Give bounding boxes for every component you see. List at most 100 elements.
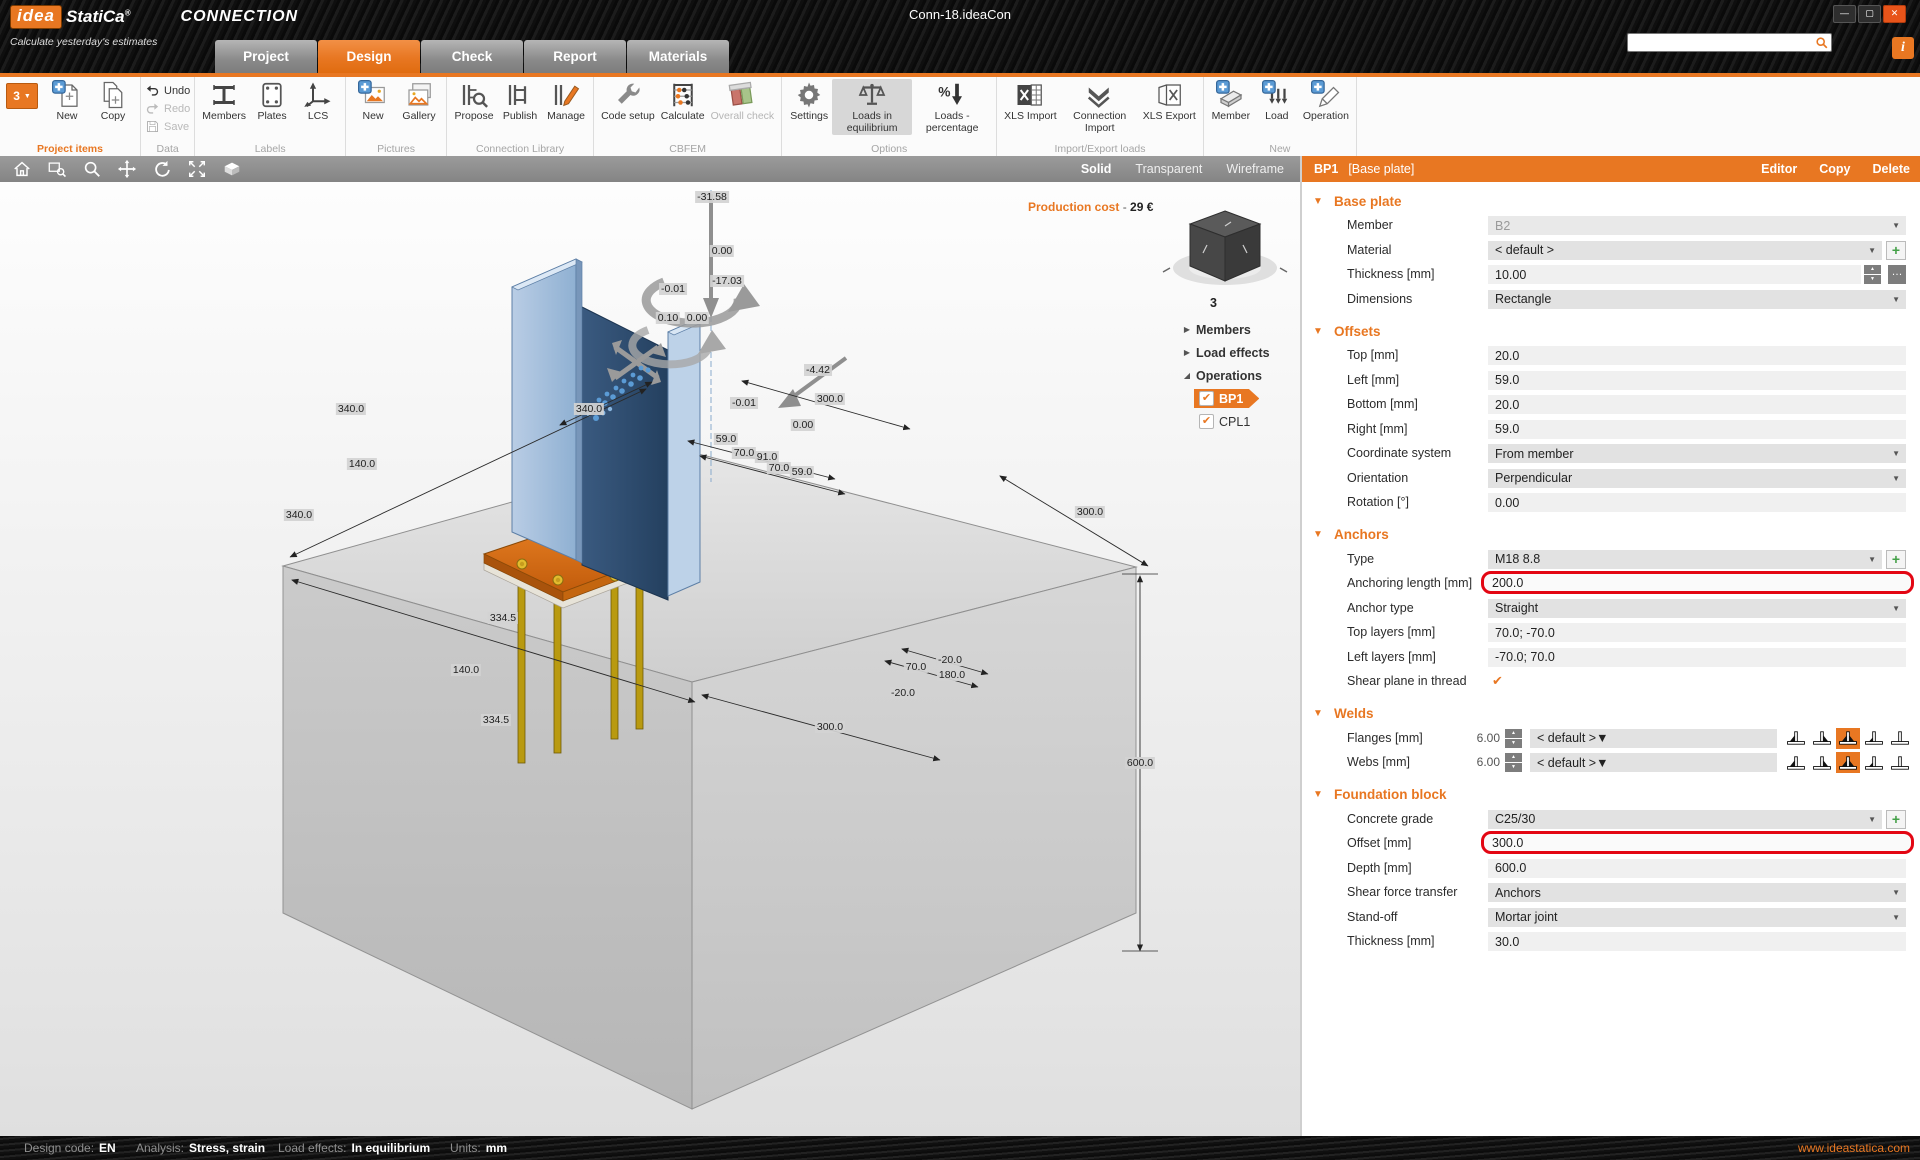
ribbon-button-plates[interactable]: Plates bbox=[249, 79, 295, 124]
tab-design[interactable]: Design bbox=[318, 40, 420, 73]
expanded-arrow-icon[interactable]: ◢ bbox=[1178, 371, 1196, 380]
tab-report[interactable]: Report bbox=[524, 40, 626, 73]
tab-materials[interactable]: Materials bbox=[627, 40, 729, 73]
solid-box-icon[interactable] bbox=[219, 159, 245, 179]
section-header[interactable]: ▼Welds bbox=[1302, 701, 1920, 727]
ribbon-button-operation[interactable]: Operation bbox=[1300, 79, 1352, 124]
redo-button[interactable]: Redo bbox=[145, 101, 190, 116]
dropdown-orientation[interactable]: Perpendicular▼ bbox=[1488, 469, 1906, 488]
section-header[interactable]: ▼Offsets bbox=[1302, 318, 1920, 344]
spinner[interactable]: ▲▼ bbox=[1505, 753, 1522, 772]
collapsed-arrow-icon[interactable]: ▶ bbox=[1178, 348, 1196, 357]
input-top-mm[interactable]: 20.0 bbox=[1488, 346, 1906, 365]
weld-butt-icon[interactable] bbox=[1888, 728, 1912, 749]
ribbon-button-lcs[interactable]: LCS bbox=[295, 79, 341, 124]
weld-material-dropdown[interactable]: < default >▼ bbox=[1530, 729, 1777, 748]
zoom-icon[interactable] bbox=[79, 159, 105, 179]
concrete-block[interactable] bbox=[283, 452, 1136, 1109]
ribbon-button-settings[interactable]: Settings bbox=[786, 79, 832, 124]
weld-fillet-both-icon[interactable] bbox=[1836, 752, 1860, 773]
ribbon-button-new[interactable]: New bbox=[350, 79, 396, 124]
tab-check[interactable]: Check bbox=[421, 40, 523, 73]
dropdown-member[interactable]: B2▼ bbox=[1488, 216, 1906, 235]
input-rotation[interactable]: 0.00 bbox=[1488, 493, 1906, 512]
weld-fillet-right-icon[interactable] bbox=[1810, 752, 1834, 773]
collapsed-arrow-icon[interactable]: ▶ bbox=[1178, 325, 1196, 334]
ribbon-button-propose[interactable]: Propose bbox=[451, 79, 497, 124]
ribbon-button-publish[interactable]: Publish bbox=[497, 79, 543, 124]
search-input[interactable] bbox=[1628, 37, 1815, 49]
ribbon-button-member[interactable]: Member bbox=[1208, 79, 1254, 124]
editor-button[interactable]: Editor bbox=[1761, 162, 1797, 176]
scene-3d[interactable] bbox=[0, 182, 1300, 1136]
dropdown-anchor-type[interactable]: Straight▼ bbox=[1488, 599, 1906, 618]
info-button[interactable]: i bbox=[1892, 37, 1914, 59]
maximize-button[interactable]: ▢ bbox=[1858, 5, 1881, 23]
delete-button[interactable]: Delete bbox=[1872, 162, 1910, 176]
ribbon-button-loads-percentage[interactable]: %Loads - percentage bbox=[912, 79, 992, 135]
weld-size-input[interactable]: 6.00 bbox=[1452, 729, 1500, 748]
dropdown-type[interactable]: M18 8.8▼ bbox=[1488, 550, 1882, 569]
copy-button[interactable]: Copy bbox=[1819, 162, 1850, 176]
minimize-button[interactable]: — bbox=[1833, 5, 1856, 23]
input-top-layers-mm[interactable]: 70.0; -70.0 bbox=[1488, 623, 1906, 642]
section-header[interactable]: ▼Base plate bbox=[1302, 188, 1920, 214]
input-depth-mm[interactable]: 600.0 bbox=[1488, 859, 1906, 878]
add-button[interactable]: + bbox=[1886, 550, 1906, 569]
navigation-cube[interactable] bbox=[1160, 196, 1290, 301]
checkbox-checked-icon[interactable]: ✔ bbox=[1492, 673, 1503, 689]
input-right-mm[interactable]: 59.0 bbox=[1488, 420, 1906, 439]
view-mode-wireframe[interactable]: Wireframe bbox=[1226, 162, 1284, 176]
section-collapse-icon[interactable]: ▼ bbox=[1302, 326, 1334, 337]
weld-fillet-left-icon[interactable] bbox=[1784, 728, 1808, 749]
rotate-icon[interactable] bbox=[149, 159, 175, 179]
dropdown-concrete-grade[interactable]: C25/30▼ bbox=[1488, 810, 1882, 829]
dropdown-coordinate-system[interactable]: From member▼ bbox=[1488, 444, 1906, 463]
input-thickness-mm[interactable]: 10.00 bbox=[1488, 265, 1861, 284]
tab-project[interactable]: Project bbox=[215, 40, 317, 73]
highlighted-input[interactable]: 300.0 bbox=[1481, 831, 1914, 854]
input-bottom-mm[interactable]: 20.0 bbox=[1488, 395, 1906, 414]
weld-fillet-right-icon[interactable] bbox=[1810, 728, 1834, 749]
ribbon-button-code-setup[interactable]: Code setup bbox=[598, 79, 658, 124]
dropdown-dimensions[interactable]: Rectangle▼ bbox=[1488, 290, 1906, 309]
ribbon-button-xls-import[interactable]: XLS Import bbox=[1001, 79, 1060, 124]
more-button[interactable]: … bbox=[1888, 265, 1906, 284]
ribbon-button-connection-import[interactable]: Connection Import bbox=[1060, 79, 1140, 135]
weld-material-dropdown[interactable]: < default >▼ bbox=[1530, 753, 1777, 772]
highlighted-input[interactable]: 200.0 bbox=[1481, 571, 1914, 594]
ribbon-button-xls-export[interactable]: XLS Export bbox=[1140, 79, 1199, 124]
add-button[interactable]: + bbox=[1886, 241, 1906, 260]
pan-icon[interactable] bbox=[114, 159, 140, 179]
zoom-window-icon[interactable] bbox=[44, 159, 70, 179]
project-item-selector[interactable]: 3▼ bbox=[6, 83, 38, 109]
ribbon-button-new[interactable]: New bbox=[44, 79, 90, 124]
weld-size-input[interactable]: 6.00 bbox=[1452, 753, 1500, 772]
fit-icon[interactable] bbox=[184, 159, 210, 179]
search-box[interactable] bbox=[1627, 33, 1832, 52]
spinner[interactable]: ▲▼ bbox=[1864, 265, 1881, 284]
section-collapse-icon[interactable]: ▼ bbox=[1302, 708, 1334, 719]
tree-item-operations[interactable]: ◢Operations bbox=[1178, 364, 1298, 387]
undo-button[interactable]: Undo bbox=[145, 83, 190, 98]
checkbox[interactable]: ✔ bbox=[1199, 391, 1214, 406]
ribbon-button-manage[interactable]: Manage bbox=[543, 79, 589, 124]
ribbon-button-calculate[interactable]: Calculate bbox=[658, 79, 708, 124]
ribbon-button-gallery[interactable]: Gallery bbox=[396, 79, 442, 124]
home-icon[interactable] bbox=[9, 159, 35, 179]
weld-fillet-half-icon[interactable] bbox=[1862, 752, 1886, 773]
section-header[interactable]: ▼Foundation block bbox=[1302, 782, 1920, 808]
view-mode-solid[interactable]: Solid bbox=[1081, 162, 1112, 176]
add-button[interactable]: + bbox=[1886, 810, 1906, 829]
search-icon[interactable] bbox=[1815, 36, 1829, 50]
checkbox[interactable]: ✔ bbox=[1199, 414, 1214, 429]
viewport-3d[interactable]: SolidTransparentWireframe bbox=[0, 156, 1300, 1136]
section-collapse-icon[interactable]: ▼ bbox=[1302, 196, 1334, 207]
input-thickness-mm[interactable]: 30.0 bbox=[1488, 932, 1906, 951]
section-collapse-icon[interactable]: ▼ bbox=[1302, 789, 1334, 800]
dropdown-material[interactable]: < default >▼ bbox=[1488, 241, 1882, 260]
input-left-layers-mm[interactable]: -70.0; 70.0 bbox=[1488, 648, 1906, 667]
weld-fillet-both-icon[interactable] bbox=[1836, 728, 1860, 749]
tree-item-load-effects[interactable]: ▶Load effects bbox=[1178, 341, 1298, 364]
tree-item-members[interactable]: ▶Members bbox=[1178, 318, 1298, 341]
